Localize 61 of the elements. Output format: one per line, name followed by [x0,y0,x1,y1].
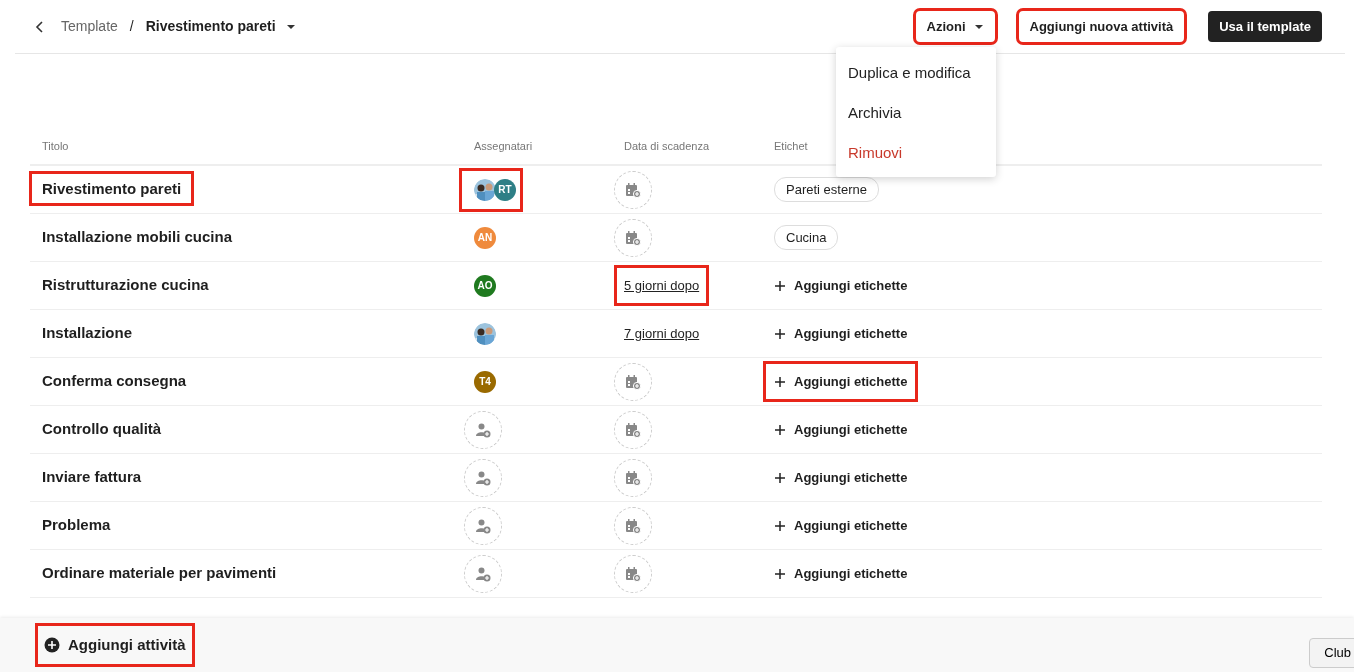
column-header: Etichet [774,140,808,152]
calendar-add-icon [625,229,641,246]
task-title[interactable]: Ordinare materiale per pavimenti [32,558,287,588]
due-date-link[interactable]: 5 giorni dopo [617,267,707,304]
back-icon [35,20,45,33]
plus-icon [774,471,786,484]
calendar-add-icon [625,517,641,534]
avatar: AN [474,226,496,249]
breadcrumb-current: Rivestimento pareti [145,17,276,36]
add-labels-button[interactable]: Aggiungi etichette [766,555,916,592]
add-labels-button[interactable]: Aggiungi etichette [766,267,916,304]
add-labels-button[interactable]: Aggiungi etichette [766,363,916,400]
caret-icon [973,22,984,31]
calendar-add-icon [625,421,641,438]
task-title[interactable]: Installazione mobili cucina [32,222,243,252]
avatar: AO [474,274,496,297]
breadcrumb-link[interactable]: Template [61,16,118,37]
back-button[interactable] [35,20,45,33]
add-labels-button[interactable]: Aggiungi etichette [766,411,916,448]
menu-item[interactable]: Archivia [836,93,996,133]
column-header: Assegnatari [474,140,533,152]
task-title[interactable]: Conferma consegna [32,366,197,396]
due-date-link[interactable]: 7 giorni dopo [617,315,707,352]
add-person-icon [475,517,491,534]
plus-icon [774,519,786,532]
label-tag[interactable]: Pareti esterne [774,176,879,203]
plus-icon [774,375,786,388]
action-button[interactable]: Aggiungi nuova attività [1018,10,1185,43]
label-tag[interactable]: Cucina [774,224,839,251]
add-person-icon [475,421,491,438]
corner-button[interactable]: Club [1309,638,1354,668]
add-labels-button[interactable]: Aggiungi etichette [766,459,916,496]
add-labels-button[interactable]: Aggiungi etichette [766,315,916,352]
task-title[interactable]: Problema [32,510,121,540]
add-person-icon [475,565,491,582]
column-header: Data di scadenza [624,140,709,152]
add-labels-button[interactable]: Aggiungi etichette [766,507,916,544]
plus-icon [774,327,786,340]
add-person-icon [475,469,491,486]
task-title[interactable]: Rivestimento pareti [32,174,192,204]
calendar-add-icon [625,565,641,582]
column-header: Titolo [42,140,69,152]
avatar: T4 [474,370,496,393]
add-task-button[interactable]: Aggiungi attività [38,625,192,665]
calendar-add-icon [625,181,641,198]
menu-item[interactable]: Duplica e modifica [836,53,996,93]
breadcrumb-separator: / [129,17,134,36]
plus-icon [774,423,786,436]
actions-dropdown[interactable]: Azioni [915,10,995,43]
menu-item[interactable]: Rimuovi [836,133,996,173]
task-title[interactable]: Controllo qualità [32,414,172,444]
calendar-add-icon [625,373,641,390]
calendar-add-icon [625,469,641,486]
avatar: RT [494,178,516,201]
task-title[interactable]: Installazione [32,318,143,348]
plus-icon [774,567,786,580]
action-button[interactable]: Usa il template [1208,10,1322,43]
add-circle-icon [44,637,60,653]
task-title[interactable]: Inviare fattura [32,462,152,492]
task-title[interactable]: Ristrutturazione cucina [32,270,219,300]
plus-icon [774,279,786,292]
